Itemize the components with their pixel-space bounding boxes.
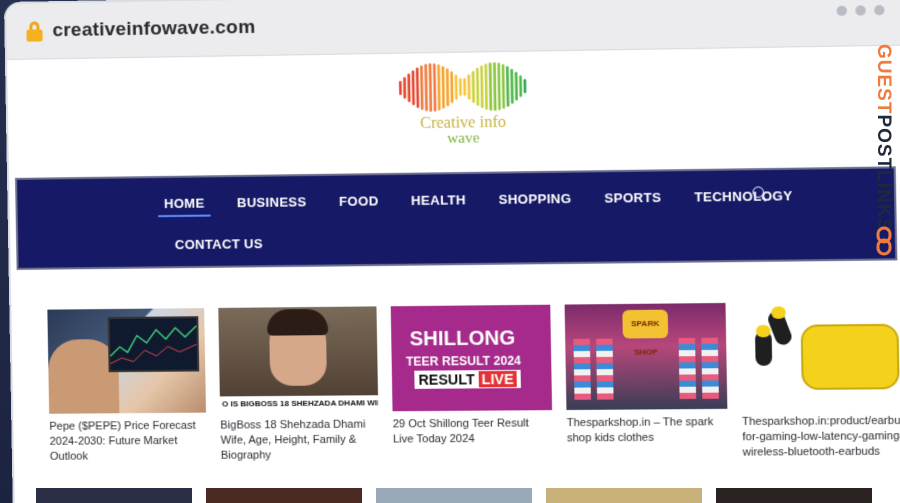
post-thumb-peek[interactable] bbox=[716, 488, 872, 503]
watermark-part2: POSTLINKS bbox=[873, 114, 894, 233]
portrait-photo[interactable]: O IS BIGBOSS 18 SHEHZADA DHAMI WIFE, AGE… bbox=[218, 306, 379, 413]
nav-item-home[interactable]: HOME bbox=[157, 191, 211, 218]
post-grid: Pepe ($PEPE) Price Forecast 2024-2030: F… bbox=[47, 301, 900, 465]
store-photo[interactable]: SPARK SHOP bbox=[564, 302, 728, 411]
logo-waveform-icon bbox=[398, 62, 527, 112]
trading-chart-photo[interactable] bbox=[47, 308, 206, 414]
thumb-result-label: RESULT bbox=[418, 371, 475, 388]
thumb-subheading: TEER RESULT 2024 bbox=[405, 353, 522, 369]
post-title[interactable]: Thesparkshop.in:product/earbuds-for-gami… bbox=[742, 414, 900, 461]
nav-item-business[interactable]: BUSINESS bbox=[231, 190, 313, 216]
post-grid-row2 bbox=[36, 488, 872, 503]
post-title[interactable]: 29 Oct Shillong Teer Result Live Today 2… bbox=[393, 416, 553, 447]
nav-row: HOME BUSINESS FOOD HEALTH SHOPPING SPORTS TECH… bbox=[157, 184, 799, 218]
nav-item-sports[interactable]: SPORTS bbox=[598, 186, 668, 212]
site-logo[interactable]: Creative info wave bbox=[390, 60, 535, 153]
search-icon[interactable] bbox=[752, 186, 769, 203]
lock-icon bbox=[26, 20, 43, 42]
guestpostlinks-watermark: GUESTPOSTLINKS bbox=[868, 40, 898, 270]
post-thumb-peek[interactable] bbox=[546, 488, 702, 503]
post-title[interactable]: Pepe ($PEPE) Price Forecast 2024-2030: F… bbox=[49, 419, 207, 465]
page-content: Creative info wave HOME BUSINESS FOOD HEALT… bbox=[6, 45, 900, 503]
url-text[interactable]: creativeinfowave.com bbox=[52, 16, 255, 41]
post-card[interactable]: SPARK SHOP Thesparkshop.in – The spark s… bbox=[564, 302, 729, 462]
store-sign: SPARK SHOP bbox=[622, 309, 669, 357]
nav-item-contact-us[interactable]: CONTACT US bbox=[169, 232, 270, 256]
live-badge: LIVE bbox=[478, 370, 517, 388]
post-thumb-peek[interactable] bbox=[376, 488, 532, 503]
post-thumb-peek[interactable] bbox=[36, 488, 192, 503]
window-controls bbox=[836, 5, 885, 17]
post-card[interactable]: O IS BIGBOSS 18 SHEHZADA DHAMI WIFE, AGE… bbox=[218, 306, 379, 463]
earbuds-photo[interactable] bbox=[739, 301, 900, 409]
thumb-heading: SHILLONG bbox=[409, 327, 516, 351]
logo-text-line2: wave bbox=[446, 130, 480, 147]
post-thumb-peek[interactable] bbox=[206, 488, 362, 503]
post-card[interactable]: Pepe ($PEPE) Price Forecast 2024-2030: F… bbox=[47, 308, 207, 465]
post-card[interactable]: SHILLONG TEER RESULT 2024 RESULT LIVE 29… bbox=[390, 304, 553, 463]
browser-window: creativeinfowave.com Creative info wave … bbox=[6, 0, 900, 503]
nav-item-technology[interactable]: TECHNOLOGY bbox=[688, 184, 799, 211]
nav-item-food[interactable]: FOOD bbox=[333, 189, 385, 215]
post-title[interactable]: Thesparkshop.in – The spark shop kids cl… bbox=[567, 415, 728, 447]
teer-result-graphic[interactable]: SHILLONG TEER RESULT 2024 RESULT LIVE bbox=[390, 304, 553, 412]
window-dot-2[interactable] bbox=[855, 5, 866, 16]
thumb-caption: O IS BIGBOSS 18 SHEHZADA DHAMI WIFE, AGE… bbox=[219, 395, 379, 413]
window-dot-1[interactable] bbox=[836, 5, 848, 17]
main-navigation: HOME BUSINESS FOOD HEALTH SHOPPING SPORTS TECH… bbox=[15, 166, 898, 270]
chain-link-icon bbox=[876, 226, 892, 256]
post-title[interactable]: BigBoss 18 Shehzada Dhami Wife, Age, Hei… bbox=[220, 417, 379, 463]
nav-item-health[interactable]: HEALTH bbox=[405, 188, 472, 214]
nav-item-shopping[interactable]: SHOPPING bbox=[492, 187, 578, 213]
post-card[interactable]: Thesparkshop.in:product/earbuds-for-gami… bbox=[739, 301, 900, 461]
watermark-part1: GUEST bbox=[873, 44, 894, 115]
window-dot-3[interactable] bbox=[874, 5, 885, 16]
